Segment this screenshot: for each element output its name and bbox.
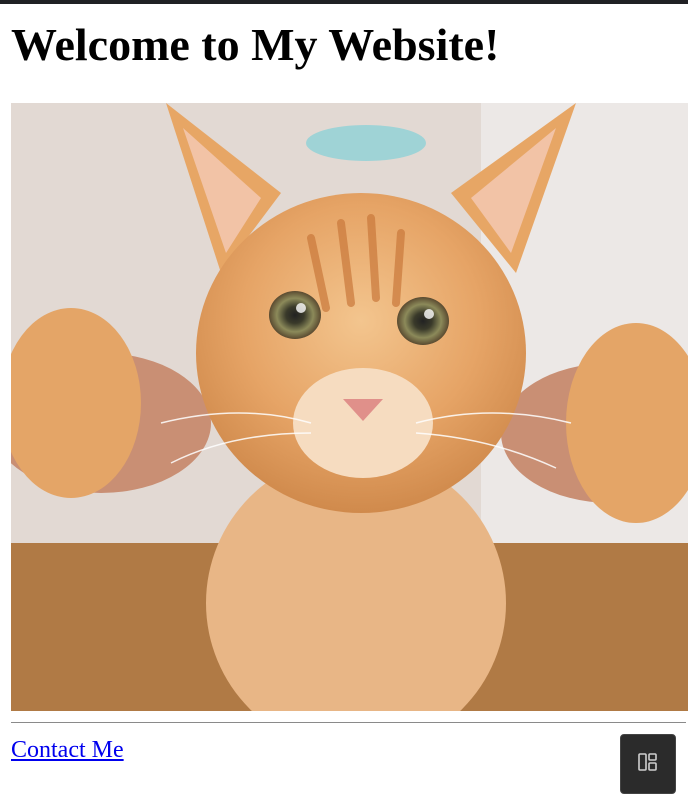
contact-me-link[interactable]: Contact Me bbox=[11, 736, 124, 764]
page-title: Welcome to My Website! bbox=[11, 19, 500, 70]
browser-top-bar bbox=[0, 0, 688, 4]
layout-panels-icon bbox=[637, 751, 659, 778]
layout-panels-button[interactable] bbox=[620, 734, 676, 794]
kitten-image bbox=[11, 103, 688, 711]
divider bbox=[11, 722, 686, 723]
